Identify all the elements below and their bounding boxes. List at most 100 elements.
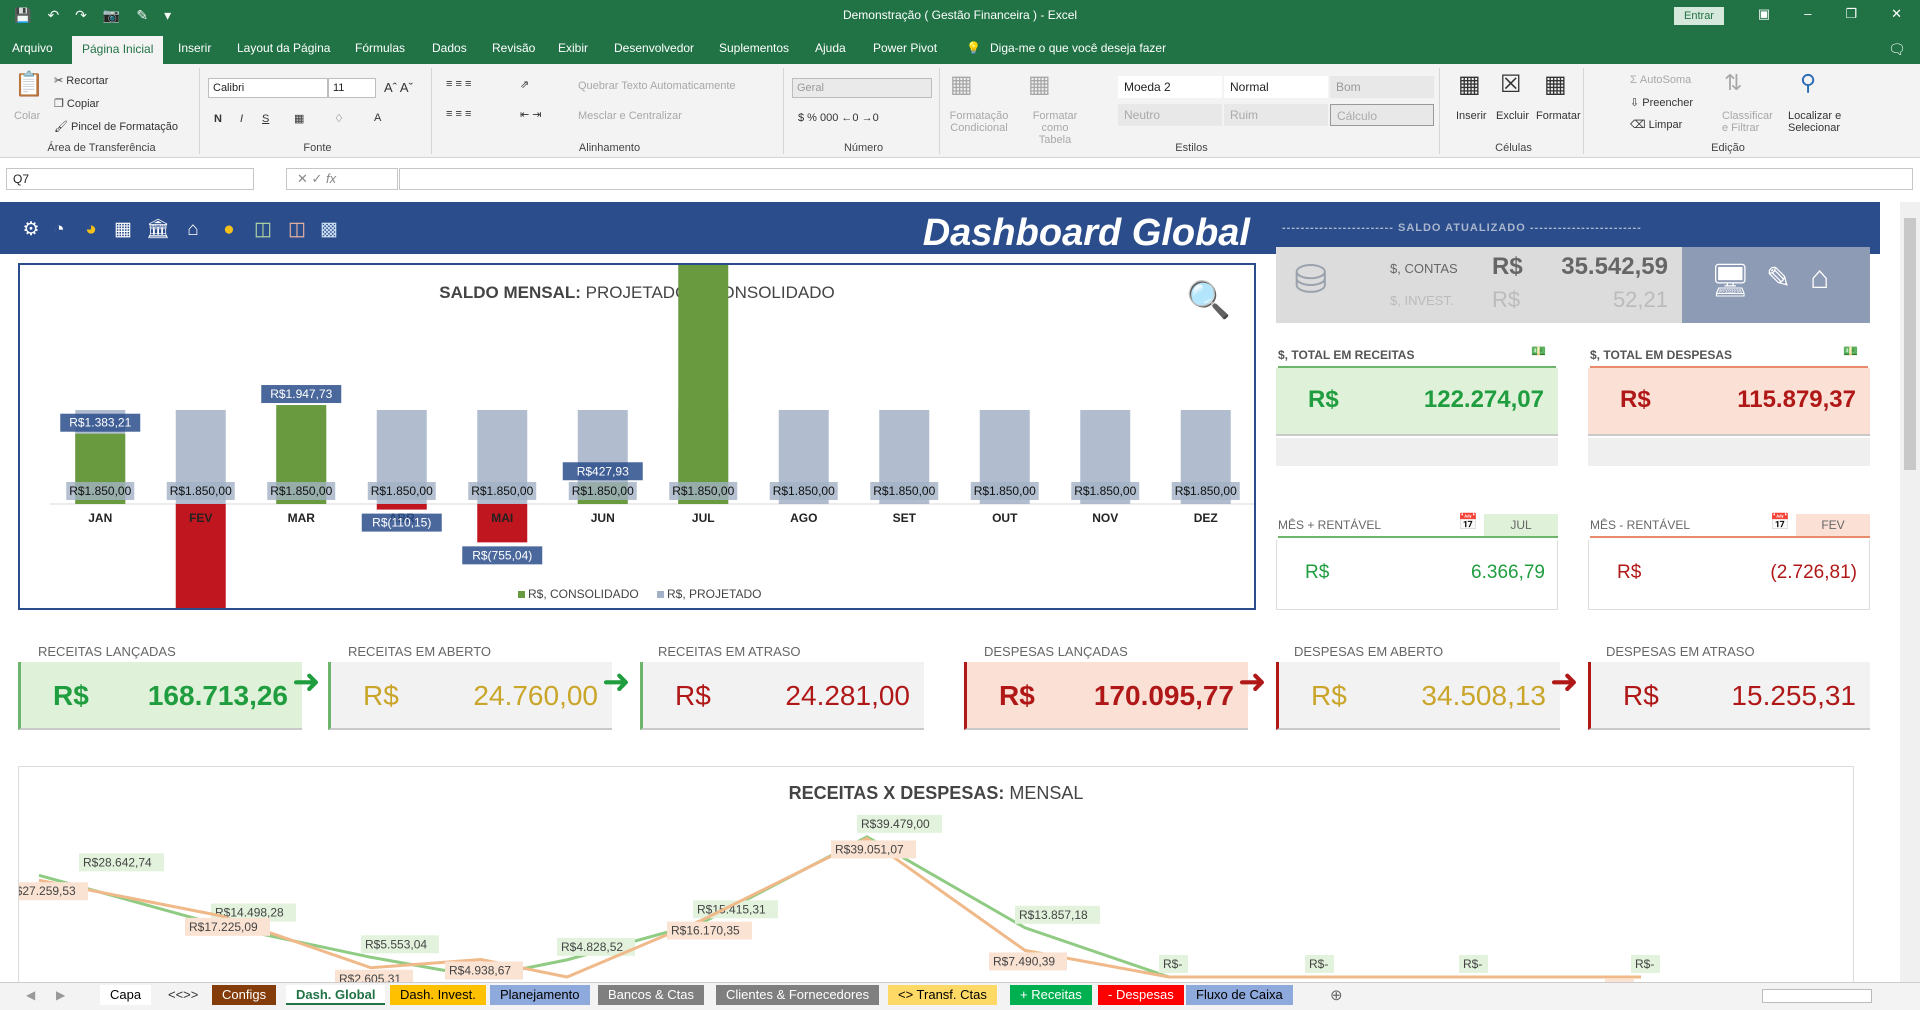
pie-chart-gold-icon[interactable]: ◕ [80, 219, 102, 241]
merge-center-button[interactable]: Mesclar e Centralizar [578, 110, 682, 122]
sheet-tab[interactable]: Capa [100, 985, 152, 1005]
sign-in-button[interactable]: Entrar [1674, 7, 1724, 25]
monitor-icon[interactable]: 🖥 [1710, 261, 1751, 299]
sheet-tab[interactable]: Fluxo de Caixa [1186, 985, 1293, 1005]
vertical-scrollbar[interactable] [1900, 202, 1920, 982]
borders-icon[interactable]: ▦ [294, 112, 304, 125]
horizontal-scrollbar[interactable] [1762, 989, 1872, 1003]
tab-formulas[interactable]: Fórmulas [355, 41, 405, 55]
number-format-select[interactable]: Geral [792, 78, 932, 98]
wrap-text-button[interactable]: Quebrar Texto Automaticamente [578, 80, 736, 92]
money-minus-icon[interactable]: ◫ [286, 219, 308, 241]
conditional-format-button[interactable]: Formatação Condicional [944, 110, 1014, 134]
delete-cells-icon[interactable]: ☒ [1500, 70, 1522, 99]
autosum-button[interactable]: Σ AutoSoma [1630, 74, 1691, 86]
font-name-select[interactable]: Calibri [208, 78, 328, 98]
insert-cells-icon[interactable]: ▦ [1458, 70, 1481, 99]
format-cells-button[interactable]: Formatar [1536, 110, 1581, 122]
ribbon-display-options-icon[interactable]: ▣ [1758, 6, 1770, 22]
edit-icon[interactable]: ✎ [1766, 261, 1791, 296]
find-icon[interactable]: ⚲ [1800, 70, 1816, 96]
data-label-projected: R$1.850,00 [1074, 484, 1136, 498]
format-cells-icon[interactable]: ▦ [1544, 70, 1567, 99]
fx-button[interactable]: fx [326, 171, 336, 186]
fill-button[interactable]: ⇩ Preencher [1630, 96, 1693, 109]
tab-dados[interactable]: Dados [432, 41, 467, 55]
sheet-tab[interactable]: <<>> [158, 985, 209, 1005]
sheet-tab[interactable]: Dash. Invest. [390, 985, 486, 1005]
tab-power-pivot[interactable]: Power Pivot [873, 41, 937, 55]
font-color-icon[interactable]: A [374, 112, 381, 124]
calculator-icon[interactable]: ▦ [112, 219, 134, 241]
bold-button[interactable]: N [214, 113, 222, 125]
tab-arquivo[interactable]: Arquivo [12, 41, 53, 55]
tab-inserir[interactable]: Inserir [178, 41, 211, 55]
sheet-tab[interactable]: Dash. Global [286, 985, 386, 1005]
tab-layout[interactable]: Layout da Página [237, 41, 330, 55]
money-plus-icon[interactable]: ◫ [252, 219, 274, 241]
coins-icon[interactable]: ● [218, 219, 240, 241]
insert-cells-button[interactable]: Inserir [1456, 110, 1487, 122]
paste-button[interactable]: Colar [14, 110, 40, 122]
cut-button[interactable]: ✂ Recortar [54, 74, 108, 87]
sheet-tab[interactable]: Configs [212, 985, 277, 1005]
style-normal[interactable]: Normal [1224, 76, 1328, 98]
formula-input[interactable] [399, 168, 1913, 190]
gear-icon[interactable]: ⚙ [20, 219, 42, 241]
tell-me-search[interactable]: Diga-me o que você deseja fazer [990, 41, 1166, 55]
style-bom[interactable]: Bom [1330, 76, 1434, 98]
tab-revisao[interactable]: Revisão [492, 41, 535, 55]
style-calculo[interactable]: Cálculo [1330, 104, 1434, 126]
sheet-tab[interactable]: Planejamento [490, 985, 590, 1005]
scroll-tabs-left-icon[interactable]: ◀ [26, 988, 35, 1002]
clear-button[interactable]: ⌫ Limpar [1630, 118, 1682, 131]
orientation-icon[interactable]: ⇗ [520, 78, 529, 91]
name-box[interactable]: Q7 [6, 168, 254, 190]
scroll-tabs-right-icon[interactable]: ▶ [56, 988, 65, 1002]
bank-icon[interactable]: 🏛 [146, 219, 170, 241]
worksheet[interactable]: ⚙ ◔ ◕ ▦ 🏛 ⌂ ● ◫ ◫ ▩ Dashboard Global SAL… [0, 202, 1900, 982]
indent-icon[interactable]: ⇤ ⇥ [520, 108, 542, 121]
tab-exibir[interactable]: Exibir [558, 41, 588, 55]
format-table-icon[interactable]: ▦ [1028, 70, 1051, 99]
sheet-tab[interactable]: <> Transf. Ctas [888, 985, 997, 1005]
currency-icon[interactable]: $ % 000 ←0 →0 [798, 112, 879, 124]
find-select-button[interactable]: Localizar e Selecionar [1788, 110, 1856, 134]
tab-ajuda[interactable]: Ajuda [815, 41, 846, 55]
sheet-tab[interactable]: - Despesas [1098, 985, 1184, 1005]
paste-icon[interactable]: 📋 [14, 70, 44, 99]
tab-desenvolvedor[interactable]: Desenvolvedor [614, 41, 694, 55]
font-size-select[interactable]: 11 [328, 78, 376, 98]
pie-chart-icon[interactable]: ◔ [48, 219, 70, 241]
scroll-thumb[interactable] [1904, 218, 1916, 470]
delete-cells-button[interactable]: Excluir [1496, 110, 1529, 122]
fill-color-icon[interactable]: ♢ [334, 112, 344, 125]
comments-icon[interactable]: 🗨 [1888, 41, 1906, 58]
grow-font-icon[interactable]: Aˆ Aˇ [384, 80, 413, 95]
align-top-icon[interactable]: ≡ ≡ ≡ [446, 78, 471, 90]
italic-button[interactable]: I [240, 113, 243, 125]
style-neutro[interactable]: Neutro [1118, 104, 1222, 126]
minimize-icon[interactable]: – [1804, 6, 1811, 22]
tab-pagina-inicial[interactable]: Página Inicial [72, 36, 164, 64]
add-sheet-icon[interactable]: ⊕ [1330, 986, 1343, 1004]
sort-filter-icon[interactable]: ⇅ [1724, 70, 1742, 96]
format-painter-button[interactable]: 🖌 Pincel de Formatação [54, 120, 178, 133]
sheet-tab[interactable]: Clientes & Fornecedores [716, 985, 880, 1005]
home-icon[interactable]: ⌂ [1810, 259, 1829, 296]
style-ruim[interactable]: Ruim [1224, 104, 1328, 126]
tab-suplementos[interactable]: Suplementos [719, 41, 789, 55]
bank-building-icon[interactable]: ⌂ [182, 219, 204, 241]
underline-button[interactable]: S [262, 113, 269, 125]
cash-flow-icon[interactable]: ▩ [318, 219, 340, 241]
sheet-tab[interactable]: Bancos & Ctas [598, 985, 704, 1005]
align-left-icon[interactable]: ≡ ≡ ≡ [446, 108, 471, 120]
sort-filter-button[interactable]: Classificar e Filtrar [1722, 110, 1778, 134]
sheet-tab[interactable]: + Receitas [1010, 985, 1092, 1005]
conditional-format-icon[interactable]: ▦ [950, 70, 973, 99]
close-icon[interactable]: ✕ [1891, 6, 1902, 22]
format-table-button[interactable]: Formatar como Tabela [1024, 110, 1086, 146]
copy-button[interactable]: ❐ Copiar [54, 97, 99, 110]
style-moeda[interactable]: Moeda 2 [1118, 76, 1222, 98]
restore-icon[interactable]: ❐ [1845, 6, 1857, 22]
